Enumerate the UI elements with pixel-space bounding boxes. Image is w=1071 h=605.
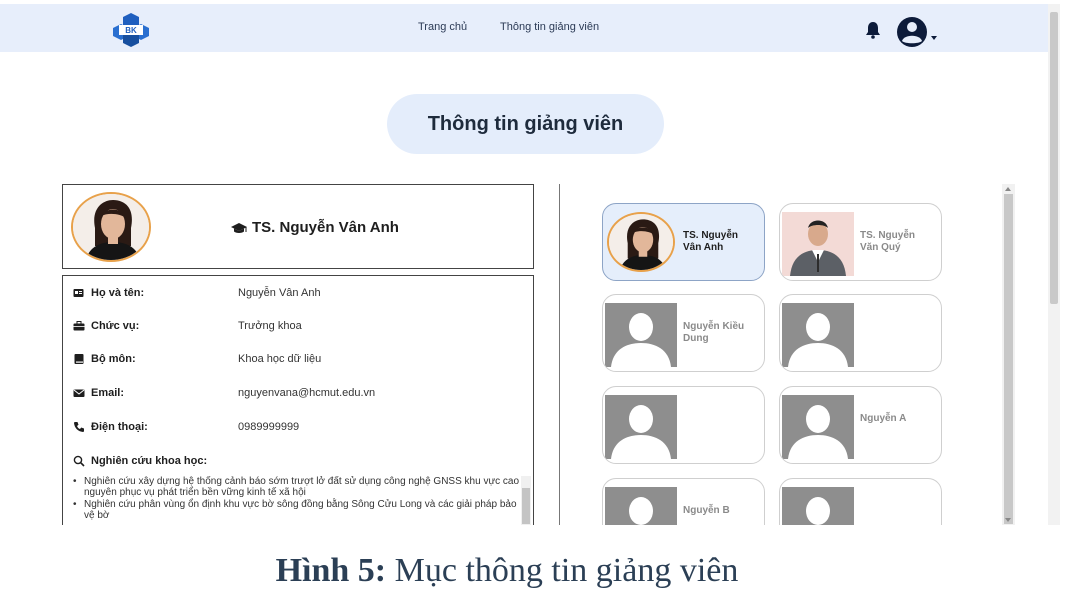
placeholder-avatar bbox=[605, 487, 677, 525]
lecturer-card-name: TS. Nguyễn Vân Anh bbox=[683, 230, 739, 253]
woman-photo bbox=[607, 212, 675, 272]
lecturer-card-name: TS. Nguyễn Văn Quý bbox=[860, 230, 916, 253]
lecturer-list-scrollbar[interactable] bbox=[1002, 184, 1015, 525]
search-icon bbox=[73, 455, 85, 467]
profile-name: TS. Nguyễn Vân Anh bbox=[252, 219, 399, 236]
page-title: Thông tin giảng viên bbox=[427, 112, 624, 135]
vertical-divider bbox=[559, 184, 560, 525]
research-list: Nghiên cứu xây dựng hệ thống cảnh báo sớ… bbox=[71, 476, 521, 522]
field-row-department: Bộ môn: Khoa học dữ liệu bbox=[73, 353, 513, 371]
page-scrollbar-thumb[interactable] bbox=[1050, 12, 1058, 304]
field-label-wrap: Chức vụ: bbox=[73, 320, 139, 332]
placeholder-avatar bbox=[605, 395, 677, 459]
phone-icon bbox=[74, 422, 84, 432]
page-scrollbar[interactable] bbox=[1048, 4, 1060, 525]
bk-logo[interactable]: BK bbox=[110, 12, 152, 48]
lecturer-card-name: Nguyễn B bbox=[683, 505, 730, 516]
field-label: Họ và tên: bbox=[91, 287, 145, 299]
nav-link-home[interactable]: Trang chủ bbox=[418, 21, 467, 33]
lecturer-card-name: Nguyễn A bbox=[860, 413, 907, 424]
logo-text: BK bbox=[125, 26, 137, 35]
chevron-down-icon bbox=[931, 36, 937, 40]
research-item: Nghiên cứu phân vùng ổn định khu vực bờ … bbox=[71, 499, 521, 521]
lecturer-card-name: Nguyễn Kiều Dung bbox=[683, 321, 745, 344]
field-row-full-name: Họ và tên: Nguyễn Vân Anh bbox=[73, 287, 513, 305]
field-label-wrap: Email: bbox=[73, 387, 124, 399]
book-icon bbox=[74, 354, 84, 364]
field-label: Chức vụ: bbox=[91, 320, 140, 332]
scroll-up-arrow-icon[interactable] bbox=[1005, 187, 1011, 191]
figure-caption: Hình 5: Mục thông tin giảng viên bbox=[0, 552, 1014, 590]
profile-photo bbox=[71, 192, 151, 262]
lecturer-card[interactable]: TS. Nguyễn Vân Anh bbox=[602, 203, 765, 281]
research-label: Nghiên cứu khoa học: bbox=[91, 455, 208, 467]
nav-link-lecturer-info[interactable]: Thông tin giảng viên bbox=[500, 21, 599, 33]
lecturer-card[interactable]: Nguyễn B bbox=[602, 478, 765, 525]
field-label: Bộ môn: bbox=[91, 353, 136, 365]
user-account-icon[interactable] bbox=[896, 16, 942, 48]
envelope-icon bbox=[73, 389, 85, 397]
profile-detail-box: Họ và tên: Nguyễn Vân Anh Chức vụ: Trưởn… bbox=[62, 275, 534, 525]
research-scrollbar-thumb[interactable] bbox=[522, 488, 530, 524]
placeholder-avatar bbox=[605, 303, 677, 367]
placeholder-avatar bbox=[782, 487, 854, 525]
research-item: Nghiên cứu xây dựng hệ thống cảnh báo sớ… bbox=[71, 476, 521, 498]
graduation-cap-icon bbox=[231, 222, 247, 233]
lecturer-card[interactable]: Nguyễn A bbox=[779, 386, 942, 464]
woman-photo bbox=[73, 194, 149, 260]
profile-name-row: TS. Nguyễn Vân Anh bbox=[231, 219, 399, 236]
field-row-phone: Điện thoại: 0989999999 bbox=[73, 421, 513, 439]
field-value-position: Trưởng khoa bbox=[238, 320, 302, 332]
field-row-email: Email: nguyenvana@hcmut.edu.vn bbox=[73, 387, 513, 405]
page-title-pill: Thông tin giảng viên bbox=[387, 94, 664, 154]
man-photo bbox=[782, 212, 854, 276]
placeholder-avatar bbox=[782, 303, 854, 367]
field-row-position: Chức vụ: Trưởng khoa bbox=[73, 320, 513, 338]
field-value-department: Khoa học dữ liệu bbox=[238, 353, 322, 365]
field-value-phone: 0989999999 bbox=[238, 421, 300, 433]
research-heading: Nghiên cứu khoa học: bbox=[73, 455, 207, 467]
field-label-wrap: Họ và tên: bbox=[73, 287, 144, 299]
id-card-icon bbox=[73, 289, 84, 297]
caption-text: Mục thông tin giảng viên bbox=[386, 552, 739, 589]
app-screen: BK Trang chủ Thông tin giảng viên Thông … bbox=[0, 0, 1060, 525]
lecturer-card[interactable] bbox=[779, 294, 942, 372]
bell-icon[interactable] bbox=[865, 21, 881, 39]
profile-header-card: TS. Nguyễn Vân Anh bbox=[62, 184, 534, 269]
briefcase-icon bbox=[73, 321, 85, 331]
lecturer-card[interactable] bbox=[779, 478, 942, 525]
field-label-wrap: Điện thoại: bbox=[73, 421, 148, 433]
field-label: Điện thoại: bbox=[91, 421, 148, 433]
caption-prefix: Hình 5: bbox=[275, 552, 387, 589]
lecturer-list-scrollbar-thumb[interactable] bbox=[1004, 194, 1013, 524]
field-value-email[interactable]: nguyenvana@hcmut.edu.vn bbox=[238, 387, 375, 399]
field-value-full-name: Nguyễn Vân Anh bbox=[238, 287, 321, 299]
lecturer-card[interactable]: Nguyễn Kiều Dung bbox=[602, 294, 765, 372]
scroll-down-arrow-icon[interactable] bbox=[1005, 518, 1011, 522]
placeholder-avatar bbox=[782, 395, 854, 459]
top-navbar: BK Trang chủ Thông tin giảng viên bbox=[0, 4, 1048, 52]
lecturer-card[interactable] bbox=[602, 386, 765, 464]
field-label: Email: bbox=[91, 387, 125, 399]
field-label-wrap: Bộ môn: bbox=[73, 353, 136, 365]
lecturer-card[interactable]: TS. Nguyễn Văn Quý bbox=[779, 203, 942, 281]
research-scrollbar[interactable] bbox=[521, 476, 531, 525]
